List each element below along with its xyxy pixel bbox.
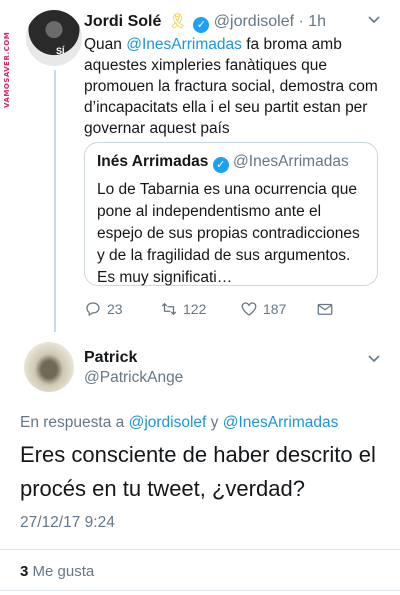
quoted-tweet[interactable]: Inés Arrimadas ✓ @InesArrimadas Lo de Ta… (84, 142, 378, 286)
chevron-down-icon[interactable] (368, 16, 380, 24)
mention-link[interactable]: @jordisolef (129, 414, 207, 431)
verified-badge-icon: ✓ (193, 17, 210, 33)
tweet-header: Jordi Solé 🎗 ✓ @jordisolef · 1h (84, 12, 326, 33)
quote-author-name: Inés Arrimadas (97, 153, 209, 170)
likes-summary[interactable]: 3 Me gusta (20, 563, 94, 580)
divider (0, 549, 400, 550)
tweet-time[interactable]: · 1h (299, 13, 327, 30)
divider (0, 590, 400, 591)
mention-link[interactable]: @InesArrimadas (126, 36, 242, 53)
like-button[interactable]: 187 (240, 300, 286, 318)
retweet-button[interactable]: 122 (160, 300, 206, 318)
quote-author-handle: @InesArrimadas (233, 153, 349, 170)
author-name[interactable]: Jordi Solé (84, 13, 161, 30)
avatar[interactable] (24, 342, 74, 392)
author-handle[interactable]: @jordisolef (214, 13, 294, 30)
reply-button[interactable]: 23 (84, 300, 123, 318)
verified-badge-icon: ✓ (212, 157, 229, 173)
avatar[interactable]: SÍ (26, 10, 82, 66)
reply-context: En respuesta a @jordisolef y @InesArrima… (20, 414, 339, 431)
author-name[interactable]: Patrick (84, 349, 137, 367)
retweet-icon (161, 302, 177, 316)
envelope-icon (317, 303, 333, 315)
direct-message-button[interactable] (316, 300, 334, 318)
tweet-text: Eres consciente de haber descrito el pro… (20, 442, 376, 501)
mention-link[interactable]: @InesArrimadas (223, 414, 339, 431)
chevron-down-icon[interactable] (368, 355, 380, 363)
quote-text: Lo de Tabarnia es una ocurrencia que pon… (97, 181, 360, 286)
reply-icon (86, 302, 100, 317)
thread-line (54, 70, 56, 332)
retweet-count: 122 (183, 301, 207, 317)
reply-count: 23 (107, 301, 123, 317)
author-handle[interactable]: @PatrickAnge (84, 369, 183, 387)
watermark: VAMOSAVER.COM (3, 31, 11, 108)
tweet-actions: 23 122 187 (84, 300, 384, 320)
likes-label: Me gusta (28, 563, 95, 580)
tweet-date[interactable]: 27/12/17 9:24 (20, 514, 115, 532)
yellow-ribbon-icon: 🎗 (167, 13, 187, 30)
tweet-text: Quan @InesArrimadas fa broma amb aqueste… (84, 36, 378, 137)
like-count: 187 (263, 301, 287, 317)
heart-icon (241, 302, 257, 316)
